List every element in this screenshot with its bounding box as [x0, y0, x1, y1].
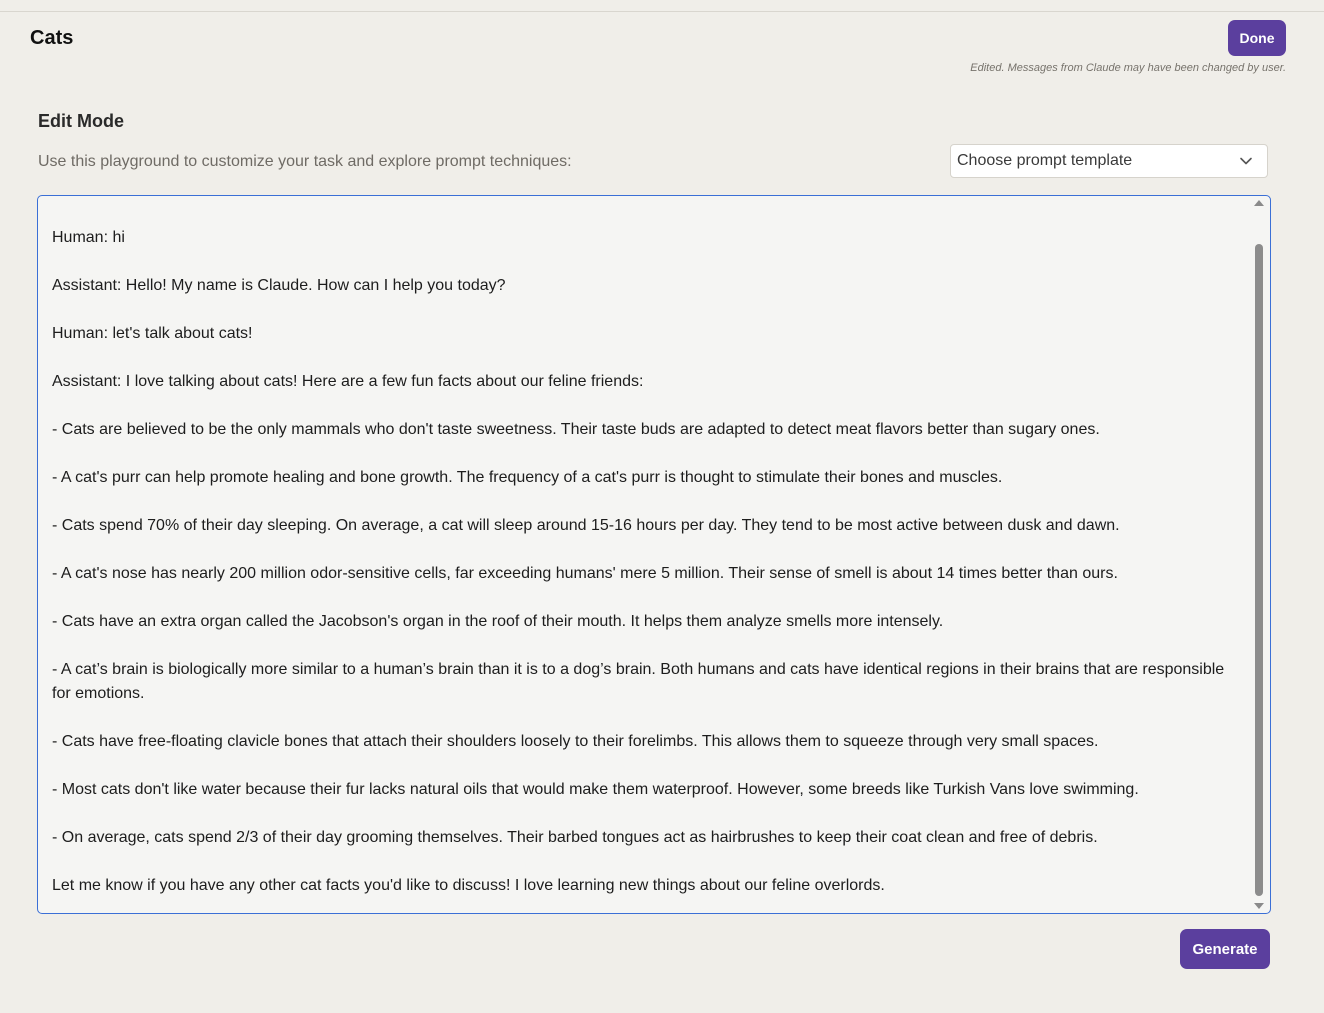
- generate-button[interactable]: Generate: [1180, 929, 1270, 969]
- editor-line: - A cat’s brain is biologically more sim…: [52, 661, 1225, 702]
- scroll-up-arrow-icon[interactable]: [1254, 200, 1264, 206]
- done-button[interactable]: Done: [1228, 20, 1286, 56]
- editor-line: Assistant: I love talking about cats! He…: [52, 373, 644, 390]
- editor-line: Assistant: Hello! My name is Claude. How…: [52, 277, 506, 294]
- editor-line: - Cats spend 70% of their day sleeping. …: [52, 517, 1120, 534]
- editor-line: - Cats have free-floating clavicle bones…: [52, 733, 1099, 750]
- editor-line: Human: hi: [52, 229, 125, 246]
- prompt-template-select[interactable]: Choose prompt template: [950, 144, 1268, 178]
- edit-mode-subtitle: Use this playground to customize your ta…: [38, 153, 572, 170]
- prompt-template-selected: Choose prompt template: [957, 152, 1133, 169]
- top-divider: [0, 11, 1324, 12]
- editor-line: - A cat's nose has nearly 200 million od…: [52, 565, 1118, 582]
- edited-notice: Edited. Messages from Claude may have be…: [970, 62, 1286, 74]
- editor-line: Let me know if you have any other cat fa…: [52, 877, 885, 894]
- prompt-editor-text[interactable]: Human: hi Assistant: Hello! My name is C…: [52, 226, 1237, 913]
- edit-mode-title: Edit Mode: [38, 111, 124, 131]
- page-title: Cats: [30, 27, 74, 49]
- editor-line: - A cat's purr can help promote healing …: [52, 469, 1003, 486]
- prompt-editor[interactable]: Human: hi Assistant: Hello! My name is C…: [37, 195, 1271, 914]
- editor-line: - Cats have an extra organ called the Ja…: [52, 613, 944, 630]
- editor-scrollbar[interactable]: [1252, 200, 1266, 909]
- scrollbar-thumb[interactable]: [1255, 244, 1263, 896]
- editor-line: - Most cats don't like water because the…: [52, 781, 1139, 798]
- scroll-down-arrow-icon[interactable]: [1254, 903, 1264, 909]
- editor-line: - On average, cats spend 2/3 of their da…: [52, 829, 1098, 846]
- editor-line: Human: let's talk about cats!: [52, 325, 253, 342]
- editor-line: - Cats are believed to be the only mamma…: [52, 421, 1100, 438]
- chevron-down-icon: [1240, 157, 1252, 165]
